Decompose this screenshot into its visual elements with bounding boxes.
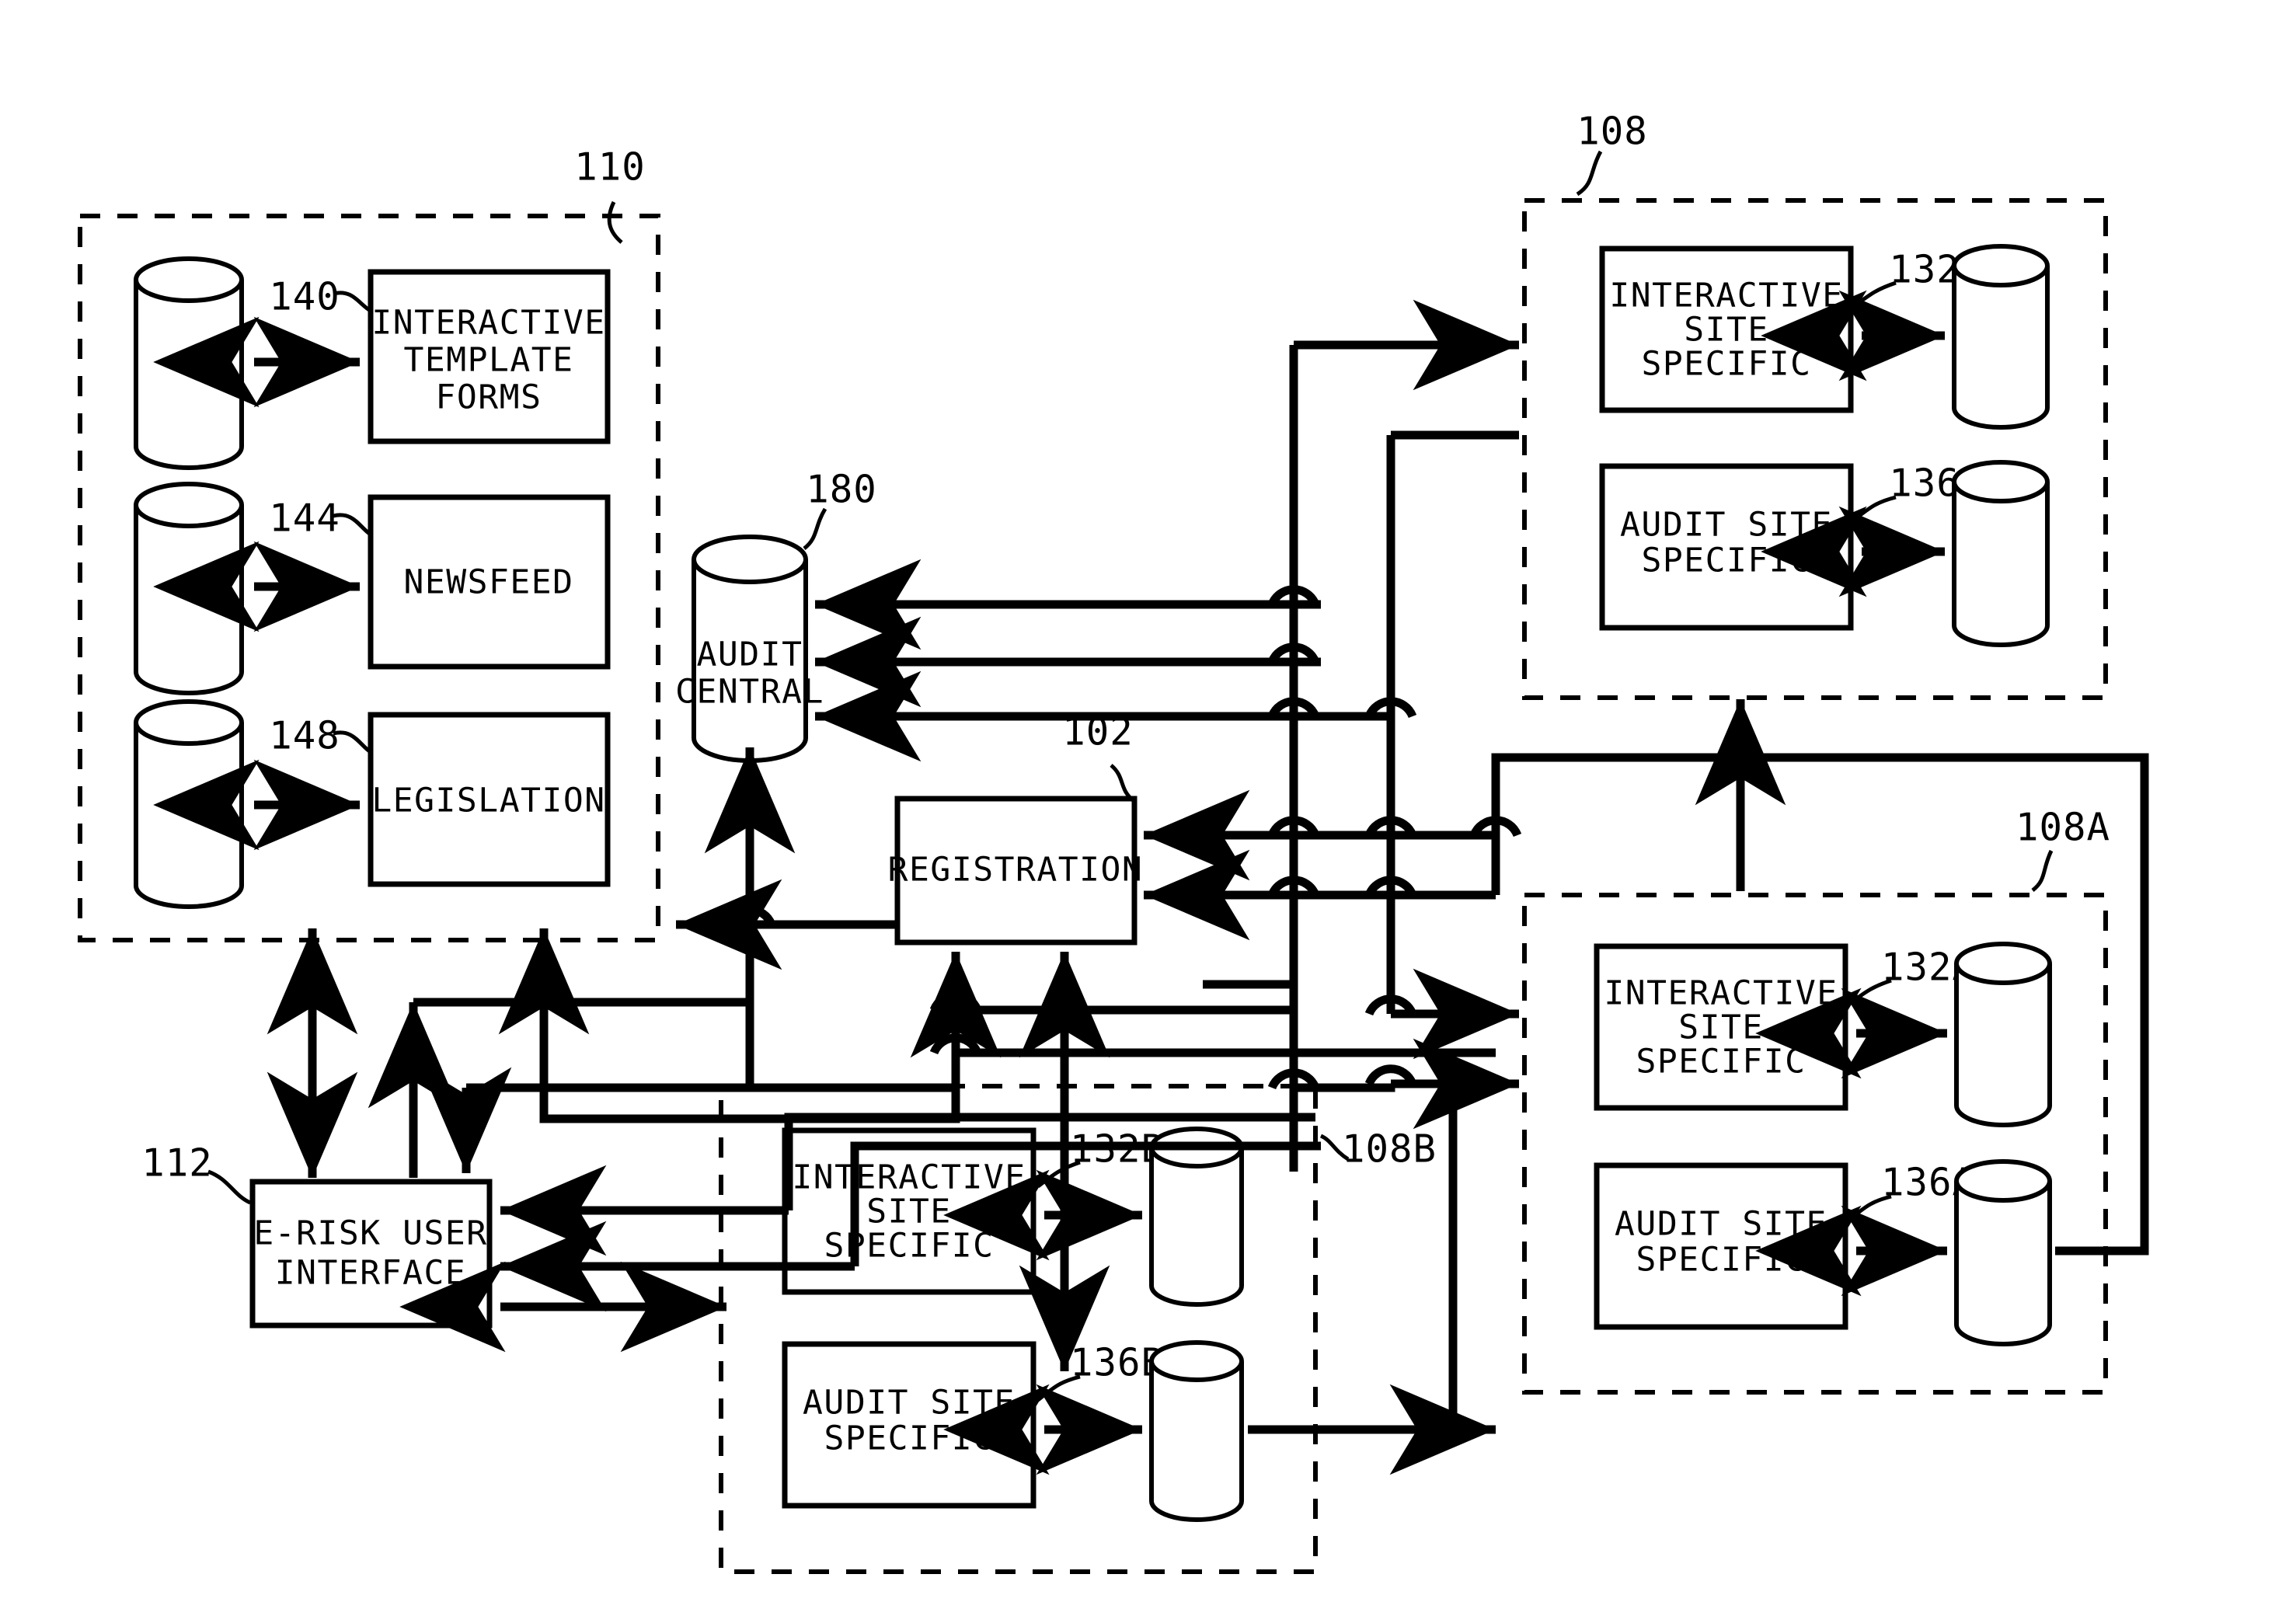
database-cylinder-136 [1952, 460, 2050, 647]
box-newsfeed[interactable]: NEWSFEED [368, 494, 611, 670]
box-136-line2: SPECIFIC [1641, 542, 1811, 580]
box-140-line3: FORMS [436, 378, 542, 417]
box-132-line3: SPECIFIC [1641, 345, 1811, 384]
patent-figure-root: 110 INTERACTIVE TEMPLATE FORMS 140 NEWSF… [0, 0, 2296, 1616]
box-140-line1: INTERACTIVE [371, 304, 605, 343]
box-132b-line3: SPECIFIC [824, 1227, 994, 1266]
database-cylinder-132a [1954, 942, 2052, 1127]
box-136-line1: AUDIT SITE [1620, 506, 1833, 545]
box-legislation[interactable]: LEGISLATION [368, 712, 611, 887]
box-136b-line1: AUDIT SITE [803, 1384, 1016, 1423]
database-cylinder-template-forms [134, 256, 244, 470]
box-132a-line2: SITE [1678, 1008, 1764, 1047]
database-cylinder-legislation [134, 699, 244, 909]
box-102-line1: REGISTRATION [888, 851, 1144, 890]
box-audit-site-specific-108b[interactable]: AUDIT SITE SPECIFIC [782, 1341, 1037, 1509]
box-interactive-site-specific-108a[interactable]: INTERACTIVE SITE SPECIFIC [1594, 943, 1848, 1111]
audit-central-line2: CENTRAL [675, 673, 824, 712]
box-132-line1: INTERACTIVE [1609, 277, 1843, 315]
box-136a-line2: SPECIFIC [1636, 1241, 1806, 1280]
database-cylinder-132 [1952, 244, 2050, 430]
box-112-line1: E-RISK USER [253, 1214, 487, 1253]
box-132a-line1: INTERACTIVE [1604, 974, 1838, 1013]
box-interactive-site-specific-108[interactable]: INTERACTIVE SITE SPECIFIC [1599, 246, 1854, 413]
box-132b-line1: INTERACTIVE [792, 1158, 1026, 1197]
block-diagram-canvas: 110 INTERACTIVE TEMPLATE FORMS 140 NEWSF… [0, 0, 2296, 1616]
box-136a-line1: AUDIT SITE [1615, 1205, 1827, 1244]
ref-110: 110 [574, 145, 646, 190]
box-132a-line3: SPECIFIC [1636, 1043, 1806, 1081]
database-cylinder-136b [1149, 1340, 1244, 1522]
ref-148: 148 [269, 714, 340, 758]
database-cylinder-audit-central[interactable]: AUDIT CENTRAL [675, 535, 824, 763]
ref-132: 132 [1889, 248, 1960, 292]
box-132-line2: SITE [1684, 311, 1769, 350]
box-erisk-user-interface[interactable]: E-RISK USER INTERFACE [249, 1179, 493, 1329]
ref-108b: 108B [1342, 1127, 1437, 1172]
box-audit-site-specific-108a[interactable]: AUDIT SITE SPECIFIC [1594, 1162, 1848, 1330]
box-audit-site-specific-108[interactable]: AUDIT SITE SPECIFIC [1599, 463, 1854, 631]
box-112-line2: INTERFACE [275, 1254, 467, 1293]
ref-108a: 108A [2016, 806, 2110, 850]
ref-112: 112 [141, 1141, 213, 1186]
box-registration[interactable]: REGISTRATION [888, 796, 1144, 946]
box-148-line1: LEGISLATION [371, 782, 605, 820]
box-136b-line2: SPECIFIC [824, 1419, 994, 1458]
box-132b-line2: SITE [866, 1193, 952, 1231]
ref-140: 140 [269, 275, 340, 319]
ref-136: 136 [1889, 461, 1960, 506]
database-cylinder-136a [1954, 1159, 2052, 1346]
database-cylinder-132b [1149, 1127, 1244, 1307]
box-140-line2: TEMPLATE [403, 341, 573, 380]
ref-144: 144 [269, 496, 340, 541]
audit-central-line1: AUDIT [697, 636, 803, 674]
ref-180: 180 [806, 468, 877, 512]
ref-108: 108 [1577, 110, 1648, 154]
database-cylinder-newsfeed [134, 482, 244, 695]
bus-into-108a-stub [1294, 1083, 1395, 1092]
box-144-line1: NEWSFEED [403, 563, 573, 602]
box-interactive-template-forms[interactable]: INTERACTIVE TEMPLATE FORMS [368, 269, 611, 444]
